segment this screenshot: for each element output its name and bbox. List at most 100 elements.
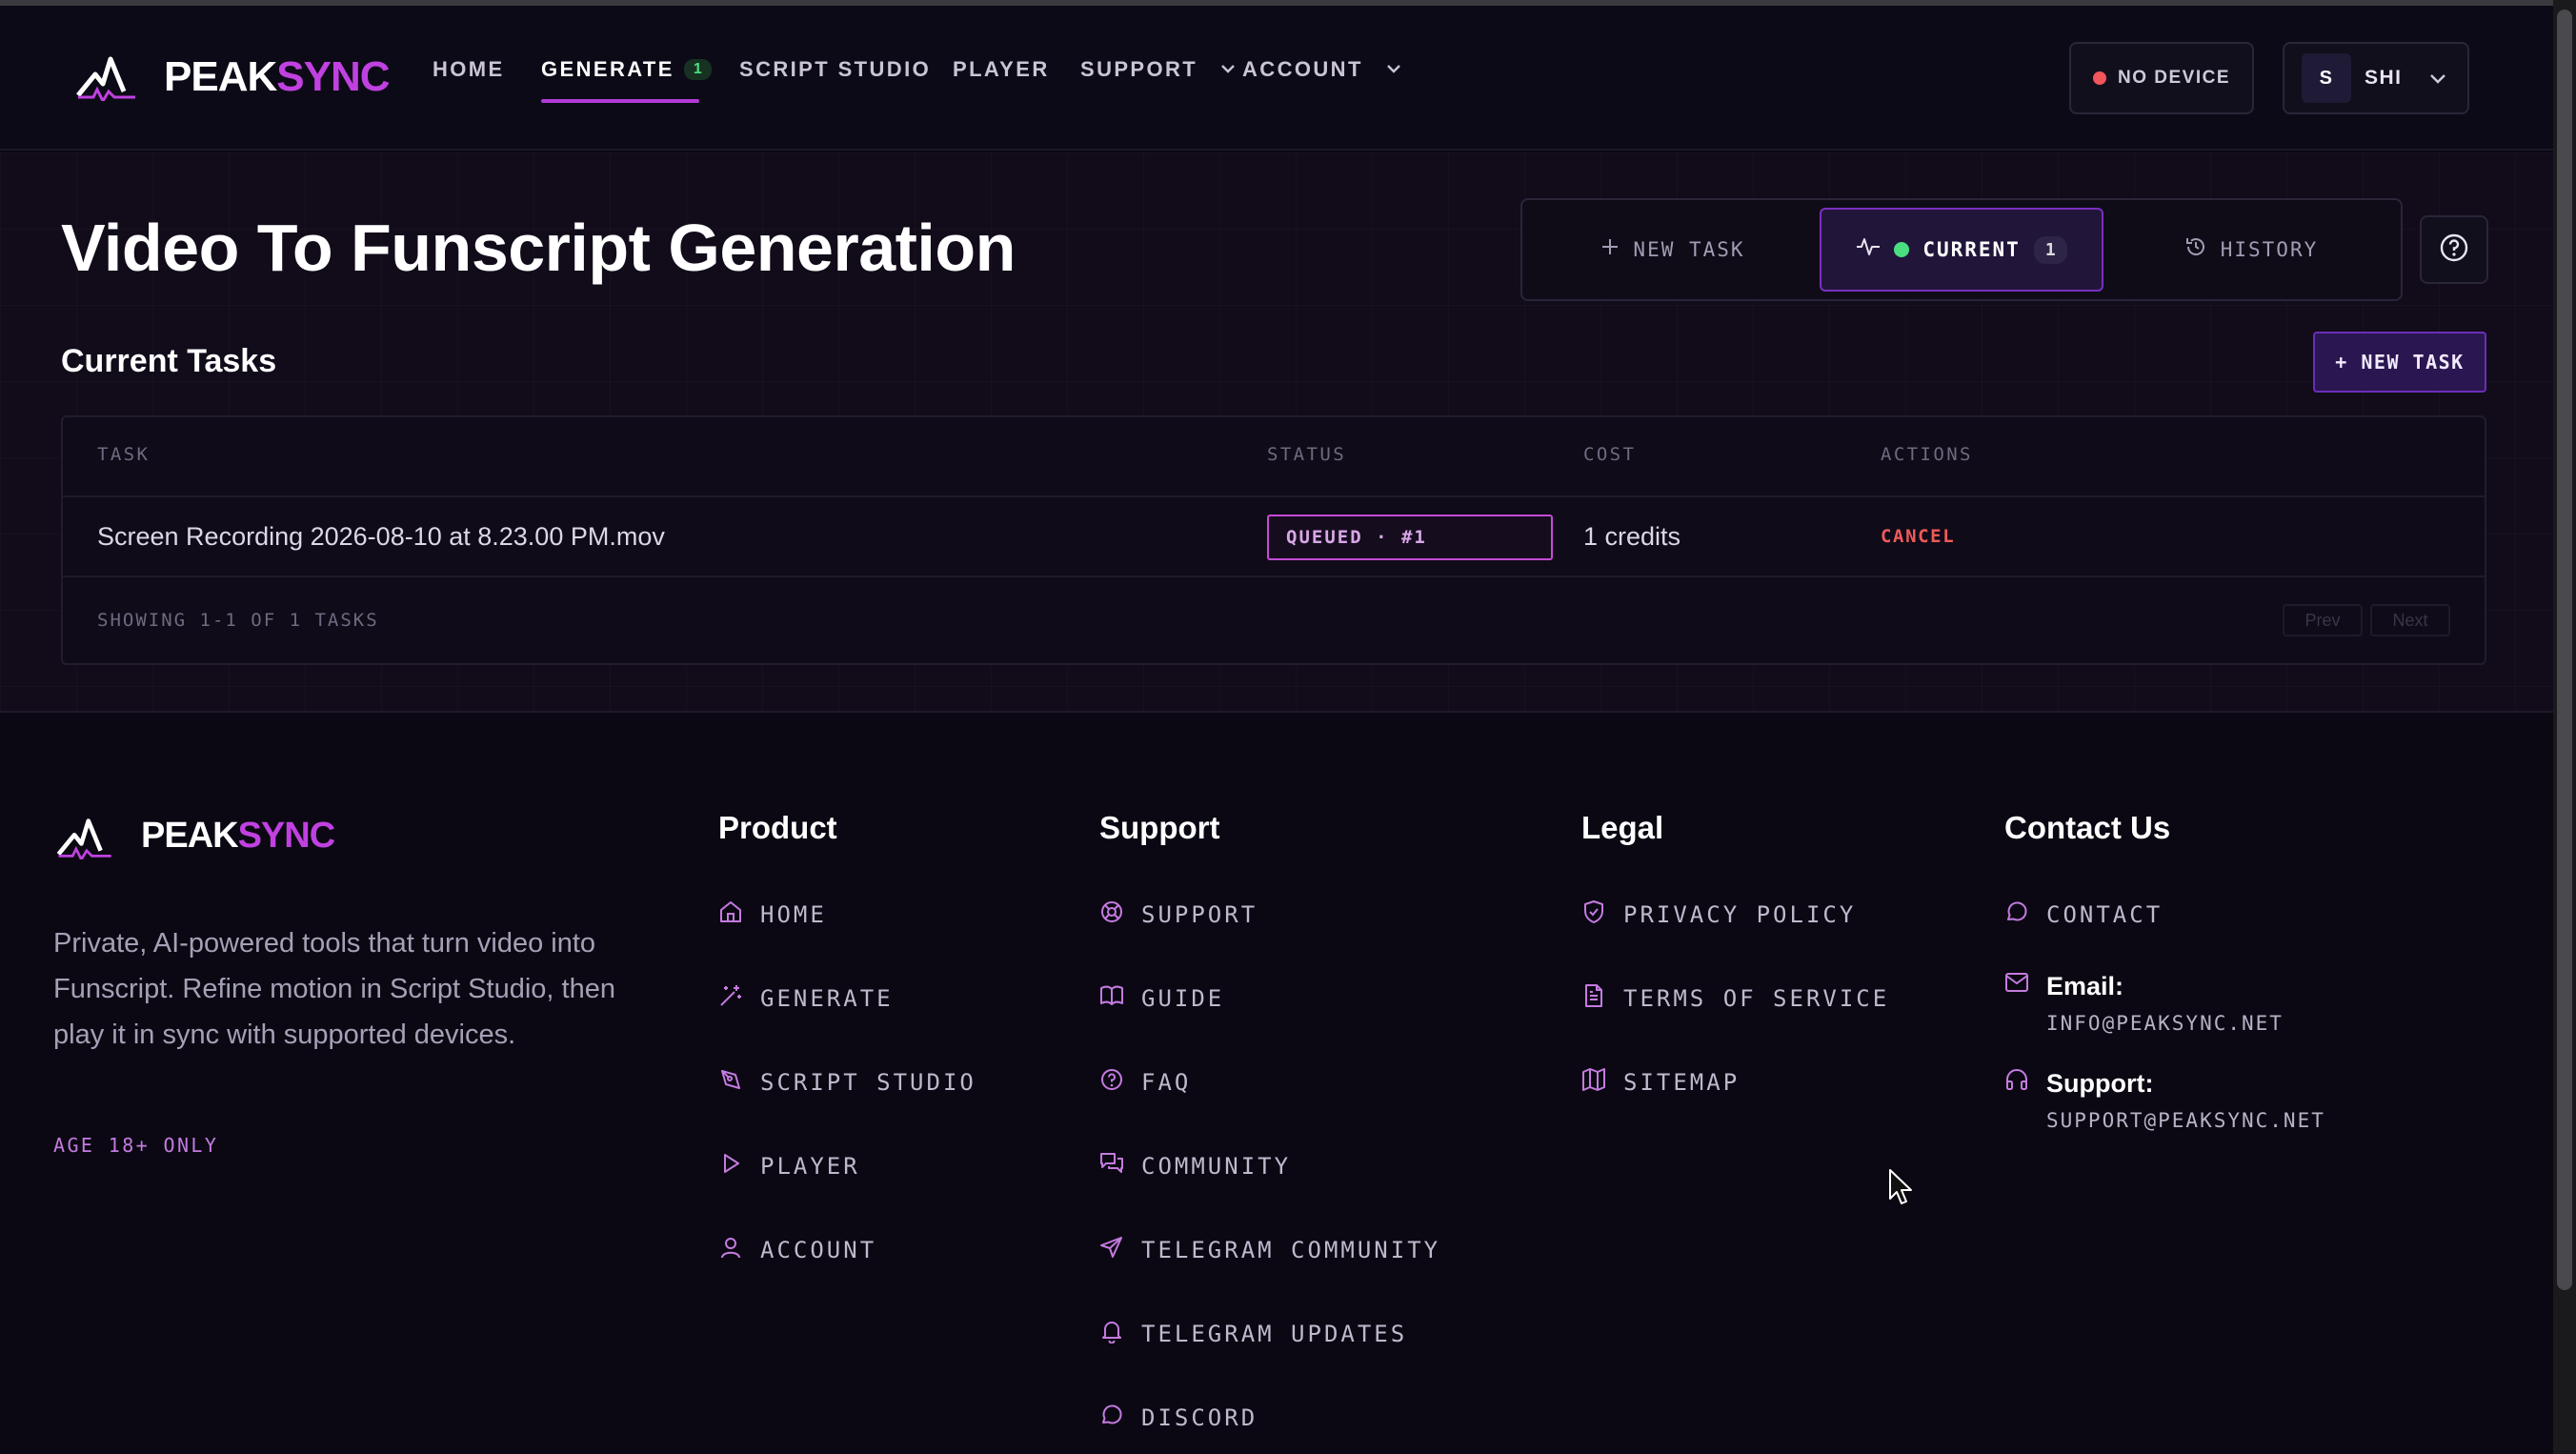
footer-link-generate[interactable]: GENERATE [718,983,894,1014]
footer-link-community[interactable]: COMMUNITY [1099,1151,1291,1181]
footer-link-telegram-community[interactable]: TELEGRAM COMMUNITY [1099,1235,1440,1265]
headphones-icon [2004,1067,2029,1097]
user-name: SHI [2365,67,2403,89]
pagination-info: SHOWING 1-1 OF 1 TASKS [97,610,379,631]
nav-generate-label: GENERATE [541,57,674,81]
message-circle-icon [1099,1403,1124,1433]
footer-link-label: CONTACT [2046,901,2163,928]
footer-link-label: GUIDE [1141,985,1225,1012]
tab-history[interactable]: HISTORY [2109,208,2393,292]
history-icon [2184,235,2207,264]
footer-link-privacy-policy[interactable]: PRIVACY POLICY [1581,899,1856,930]
cancel-task-button[interactable]: CANCEL [1881,526,1955,547]
chevron-down-icon [1220,61,1236,78]
help-icon [1099,1067,1124,1098]
prev-page-button[interactable]: Prev [2283,604,2363,636]
current-status-dot [1894,242,1910,257]
nav-generate[interactable]: GENERATE 1 [541,57,712,82]
chevron-down-icon [1386,61,1401,78]
column-header-task: TASK [97,444,151,465]
support-value[interactable]: SUPPORT@PEAKSYNC.NET [2046,1109,2325,1132]
nav-script-studio-label: SCRIPT STUDIO [739,57,932,81]
footer-link-label: SUPPORT [1141,901,1258,928]
footer-link-script-studio[interactable]: SCRIPT STUDIO [718,1067,976,1098]
device-status-button[interactable]: NO DEVICE [2069,42,2254,114]
activity-icon [1856,235,1881,264]
nav-player[interactable]: PLAYER [953,57,1050,82]
footer-link-contact[interactable]: CONTACT [2004,899,2163,930]
footer-link-faq[interactable]: FAQ [1099,1067,1191,1098]
footer-link-account[interactable]: ACCOUNT [718,1235,876,1265]
mail-icon [2004,972,2029,998]
user-menu-button[interactable]: S SHI [2283,42,2469,114]
nav-script-studio[interactable]: SCRIPT STUDIO [739,57,931,82]
book-icon [1099,983,1124,1014]
status-badge: QUEUED · #1 [1267,515,1553,560]
task-name: Screen Recording 2026-08-10 at 8.23.00 P… [97,522,665,551]
user-icon [718,1235,743,1265]
footer-link-sitemap[interactable]: SITEMAP [1581,1067,1740,1098]
footer-link-label: TELEGRAM UPDATES [1141,1321,1408,1347]
map-icon [1581,1067,1606,1098]
table-divider [63,576,2485,577]
footer-brand-wordmark: PEAKSYNC [141,816,336,857]
tab-current-count: 1 [2033,235,2067,264]
task-cost: 1 credits [1583,522,1681,551]
nav-support-label: SUPPORT [1080,57,1198,81]
footer-legal-heading: Legal [1581,810,1664,845]
footer-link-support[interactable]: SUPPORT [1099,899,1258,930]
footer-link-label: SITEMAP [1623,1069,1741,1096]
footer-link-terms-of-service[interactable]: TERMS OF SERVICE [1581,983,1889,1014]
send-icon [1099,1235,1124,1265]
footer-link-label: PLAYER [760,1153,860,1180]
table-divider [63,495,2485,497]
tab-new-task-label: NEW TASK [1633,238,1745,261]
footer-link-guide[interactable]: GUIDE [1099,983,1224,1014]
brand-name-left: PEAK [164,53,277,100]
footer-product-heading: Product [718,810,837,845]
tab-new-task[interactable]: NEW TASK [1530,208,1816,292]
chevron-down-icon [2429,67,2446,90]
nav-account-label: ACCOUNT [1242,57,1363,81]
email-value[interactable]: INFO@PEAKSYNC.NET [2046,1012,2284,1035]
footer-link-label: FAQ [1141,1069,1192,1096]
brand-name-left: PEAK [141,816,239,856]
scrollbar-thumb[interactable] [2557,10,2572,1290]
magic-wand-icon [718,983,743,1014]
bell-icon [1099,1319,1124,1349]
column-header-status: STATUS [1267,444,1347,465]
tab-history-label: HISTORY [2220,238,2319,261]
next-page-button[interactable]: Next [2370,604,2450,636]
nav-player-label: PLAYER [953,57,1050,81]
device-status-label: NO DEVICE [2117,68,2231,88]
footer-link-label: TERMS OF SERVICE [1623,985,1890,1012]
footer-link-label: SCRIPT STUDIO [760,1069,976,1096]
nav-support[interactable]: SUPPORT [1080,57,1236,82]
footer-contact-heading: Contact Us [2004,810,2171,845]
device-status-dot [2092,71,2106,85]
brand-name-right: SYNC [237,816,336,856]
help-icon [2439,232,2469,268]
new-task-button[interactable]: + NEW TASK [2313,332,2486,393]
footer-link-discord[interactable]: DISCORD [1099,1403,1258,1433]
shield-check-icon [1581,899,1606,930]
peaksync-logo-icon [53,816,118,864]
nav-home[interactable]: HOME [433,57,505,82]
section-title: Current Tasks [61,343,277,379]
footer-link-player[interactable]: PLAYER [718,1151,860,1181]
footer-link-label: ACCOUNT [760,1237,877,1263]
nav-generate-badge: 1 [683,59,712,80]
tab-current[interactable]: CURRENT 1 [1820,208,2103,292]
nav-account[interactable]: ACCOUNT [1242,57,1401,82]
support-label: Support: [2046,1069,2154,1098]
nav-active-underline [541,99,699,103]
play-icon [718,1151,743,1181]
email-label: Email: [2046,972,2124,1000]
brand-wordmark[interactable]: PEAKSYNC [164,53,391,101]
footer-description: Private, AI-powered tools that turn vide… [53,928,615,1050]
help-button[interactable] [2420,215,2488,284]
footer-link-home[interactable]: HOME [718,899,827,930]
peaksync-logo-icon[interactable] [76,53,139,101]
footer-link-label: TELEGRAM COMMUNITY [1141,1237,1441,1263]
footer-link-telegram-updates[interactable]: TELEGRAM UPDATES [1099,1319,1407,1349]
